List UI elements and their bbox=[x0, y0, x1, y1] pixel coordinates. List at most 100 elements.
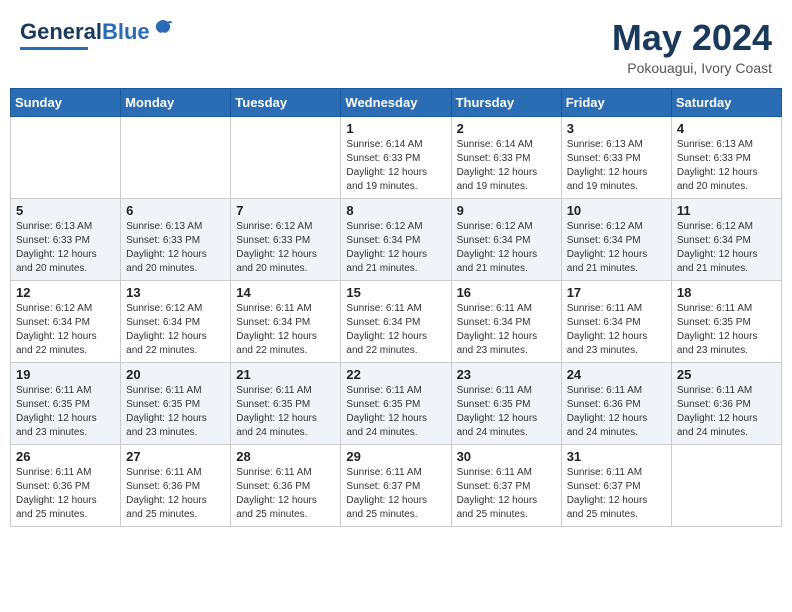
day-number: 27 bbox=[126, 449, 225, 464]
header-day-thursday: Thursday bbox=[451, 88, 561, 116]
day-number: 31 bbox=[567, 449, 666, 464]
calendar-week-row: 12 Sunrise: 6:12 AM Sunset: 6:34 PM Dayli… bbox=[11, 280, 782, 362]
day-number: 18 bbox=[677, 285, 776, 300]
day-info: Sunrise: 6:14 AM Sunset: 6:33 PM Dayligh… bbox=[346, 138, 445, 194]
logo-underline bbox=[20, 47, 88, 50]
day-info: Sunrise: 6:11 AM Sunset: 6:35 PM Dayligh… bbox=[126, 384, 225, 440]
header-day-saturday: Saturday bbox=[671, 88, 781, 116]
day-info: Sunrise: 6:11 AM Sunset: 6:37 PM Dayligh… bbox=[567, 466, 666, 522]
day-info: Sunrise: 6:12 AM Sunset: 6:33 PM Dayligh… bbox=[236, 220, 335, 276]
calendar-cell: 28 Sunrise: 6:11 AM Sunset: 6:36 PM Dayli… bbox=[231, 444, 341, 526]
calendar-header-row: SundayMondayTuesdayWednesdayThursdayFrid… bbox=[11, 88, 782, 116]
day-number: 24 bbox=[567, 367, 666, 382]
day-number: 3 bbox=[567, 121, 666, 136]
day-number: 8 bbox=[346, 203, 445, 218]
header: GeneralBlue May 2024 Pokouagui, Ivory Co… bbox=[10, 10, 782, 80]
day-info: Sunrise: 6:11 AM Sunset: 6:35 PM Dayligh… bbox=[677, 302, 776, 358]
day-info: Sunrise: 6:11 AM Sunset: 6:36 PM Dayligh… bbox=[236, 466, 335, 522]
day-info: Sunrise: 6:11 AM Sunset: 6:34 PM Dayligh… bbox=[346, 302, 445, 358]
day-info: Sunrise: 6:11 AM Sunset: 6:35 PM Dayligh… bbox=[346, 384, 445, 440]
day-info: Sunrise: 6:11 AM Sunset: 6:37 PM Dayligh… bbox=[346, 466, 445, 522]
day-info: Sunrise: 6:11 AM Sunset: 6:34 PM Dayligh… bbox=[567, 302, 666, 358]
day-info: Sunrise: 6:11 AM Sunset: 6:36 PM Dayligh… bbox=[567, 384, 666, 440]
calendar-cell bbox=[231, 116, 341, 198]
day-number: 29 bbox=[346, 449, 445, 464]
calendar-week-row: 19 Sunrise: 6:11 AM Sunset: 6:35 PM Dayli… bbox=[11, 362, 782, 444]
day-number: 21 bbox=[236, 367, 335, 382]
day-info: Sunrise: 6:13 AM Sunset: 6:33 PM Dayligh… bbox=[16, 220, 115, 276]
calendar-cell: 4 Sunrise: 6:13 AM Sunset: 6:33 PM Daylig… bbox=[671, 116, 781, 198]
calendar-cell: 3 Sunrise: 6:13 AM Sunset: 6:33 PM Daylig… bbox=[561, 116, 671, 198]
calendar-week-row: 5 Sunrise: 6:13 AM Sunset: 6:33 PM Daylig… bbox=[11, 198, 782, 280]
calendar-cell: 23Sunrise: 6:11 AM Sunset: 6:35 PM Dayli… bbox=[451, 362, 561, 444]
day-info: Sunrise: 6:12 AM Sunset: 6:34 PM Dayligh… bbox=[677, 220, 776, 276]
day-number: 10 bbox=[567, 203, 666, 218]
day-info: Sunrise: 6:11 AM Sunset: 6:37 PM Dayligh… bbox=[457, 466, 556, 522]
day-number: 28 bbox=[236, 449, 335, 464]
day-info: Sunrise: 6:12 AM Sunset: 6:34 PM Dayligh… bbox=[126, 302, 225, 358]
day-info: Sunrise: 6:13 AM Sunset: 6:33 PM Dayligh… bbox=[126, 220, 225, 276]
calendar-cell: 5 Sunrise: 6:13 AM Sunset: 6:33 PM Daylig… bbox=[11, 198, 121, 280]
calendar-cell: 7 Sunrise: 6:12 AM Sunset: 6:33 PM Daylig… bbox=[231, 198, 341, 280]
calendar-cell: 19 Sunrise: 6:11 AM Sunset: 6:35 PM Dayli… bbox=[11, 362, 121, 444]
day-number: 13 bbox=[126, 285, 225, 300]
day-number: 6 bbox=[126, 203, 225, 218]
day-number: 19 bbox=[16, 367, 115, 382]
day-number: 7 bbox=[236, 203, 335, 218]
calendar-week-row: 26 Sunrise: 6:11 AM Sunset: 6:36 PM Dayli… bbox=[11, 444, 782, 526]
calendar-cell bbox=[671, 444, 781, 526]
day-number: 16 bbox=[457, 285, 556, 300]
day-number: 15 bbox=[346, 285, 445, 300]
month-year-title: May 2024 bbox=[612, 18, 772, 58]
day-info: Sunrise: 6:13 AM Sunset: 6:33 PM Dayligh… bbox=[677, 138, 776, 194]
day-info: Sunrise: 6:11 AM Sunset: 6:34 PM Dayligh… bbox=[236, 302, 335, 358]
calendar-cell: 15 Sunrise: 6:11 AM Sunset: 6:34 PM Dayli… bbox=[341, 280, 451, 362]
day-number: 30 bbox=[457, 449, 556, 464]
logo: GeneralBlue bbox=[20, 18, 174, 50]
location-subtitle: Pokouagui, Ivory Coast bbox=[612, 60, 772, 76]
calendar-cell: 21 Sunrise: 6:11 AM Sunset: 6:35 PM Dayli… bbox=[231, 362, 341, 444]
calendar-cell: 18 Sunrise: 6:11 AM Sunset: 6:35 PM Dayli… bbox=[671, 280, 781, 362]
day-number: 4 bbox=[677, 121, 776, 136]
header-day-sunday: Sunday bbox=[11, 88, 121, 116]
calendar-cell: 17 Sunrise: 6:11 AM Sunset: 6:34 PM Dayli… bbox=[561, 280, 671, 362]
day-number: 25 bbox=[677, 367, 776, 382]
day-info: Sunrise: 6:11 AM Sunset: 6:35 PM Dayligh… bbox=[236, 384, 335, 440]
calendar-cell: 2 Sunrise: 6:14 AM Sunset: 6:33 PM Daylig… bbox=[451, 116, 561, 198]
day-info: Sunrise: 6:12 AM Sunset: 6:34 PM Dayligh… bbox=[457, 220, 556, 276]
calendar-cell bbox=[11, 116, 121, 198]
calendar-cell: 29 Sunrise: 6:11 AM Sunset: 6:37 PM Dayli… bbox=[341, 444, 451, 526]
header-day-friday: Friday bbox=[561, 88, 671, 116]
calendar-cell: 16 Sunrise: 6:11 AM Sunset: 6:34 PM Dayli… bbox=[451, 280, 561, 362]
day-info: Sunrise: 6:11 AM Sunset: 6:36 PM Dayligh… bbox=[126, 466, 225, 522]
day-info: Sunrise: 6:11 AM Sunset: 6:36 PM Dayligh… bbox=[677, 384, 776, 440]
calendar-cell: 31 Sunrise: 6:11 AM Sunset: 6:37 PM Dayli… bbox=[561, 444, 671, 526]
day-info: Sunrise: 6:13 AM Sunset: 6:33 PM Dayligh… bbox=[567, 138, 666, 194]
calendar-cell: 1Sunrise: 6:14 AM Sunset: 6:33 PM Daylig… bbox=[341, 116, 451, 198]
header-day-wednesday: Wednesday bbox=[341, 88, 451, 116]
calendar-cell: 13 Sunrise: 6:12 AM Sunset: 6:34 PM Dayli… bbox=[121, 280, 231, 362]
day-number: 17 bbox=[567, 285, 666, 300]
header-day-tuesday: Tuesday bbox=[231, 88, 341, 116]
calendar-cell: 24 Sunrise: 6:11 AM Sunset: 6:36 PM Dayli… bbox=[561, 362, 671, 444]
calendar-cell: 26Sunrise: 6:11 AM Sunset: 6:36 PM Dayli… bbox=[11, 444, 121, 526]
day-number: 14 bbox=[236, 285, 335, 300]
calendar-cell: 6 Sunrise: 6:13 AM Sunset: 6:33 PM Daylig… bbox=[121, 198, 231, 280]
day-number: 2 bbox=[457, 121, 556, 136]
calendar-week-row: 1Sunrise: 6:14 AM Sunset: 6:33 PM Daylig… bbox=[11, 116, 782, 198]
day-info: Sunrise: 6:11 AM Sunset: 6:34 PM Dayligh… bbox=[457, 302, 556, 358]
day-info: Sunrise: 6:14 AM Sunset: 6:33 PM Dayligh… bbox=[457, 138, 556, 194]
header-day-monday: Monday bbox=[121, 88, 231, 116]
calendar-table: SundayMondayTuesdayWednesdayThursdayFrid… bbox=[10, 88, 782, 527]
calendar-cell: 11 Sunrise: 6:12 AM Sunset: 6:34 PM Dayli… bbox=[671, 198, 781, 280]
calendar-cell: 8Sunrise: 6:12 AM Sunset: 6:34 PM Daylig… bbox=[341, 198, 451, 280]
day-number: 11 bbox=[677, 203, 776, 218]
day-info: Sunrise: 6:12 AM Sunset: 6:34 PM Dayligh… bbox=[567, 220, 666, 276]
day-number: 20 bbox=[126, 367, 225, 382]
logo-bird-icon bbox=[152, 18, 174, 45]
day-info: Sunrise: 6:11 AM Sunset: 6:35 PM Dayligh… bbox=[16, 384, 115, 440]
day-number: 12 bbox=[16, 285, 115, 300]
day-number: 5 bbox=[16, 203, 115, 218]
day-number: 26 bbox=[16, 449, 115, 464]
day-number: 23 bbox=[457, 367, 556, 382]
